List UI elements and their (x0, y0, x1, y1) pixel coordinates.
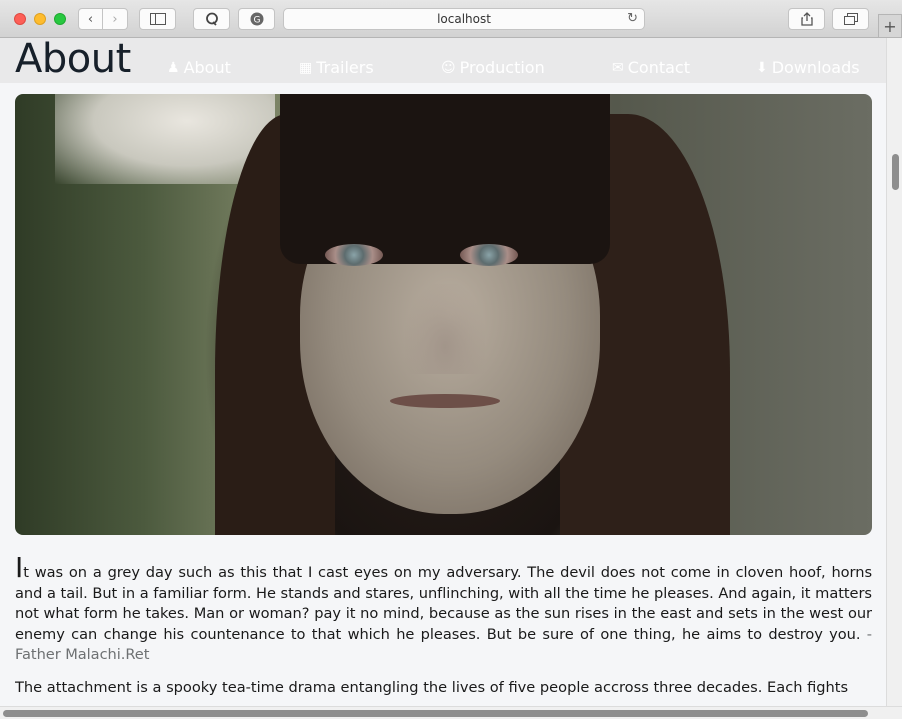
nav-link-trailers[interactable]: ▦ Trailers (299, 58, 374, 77)
back-button[interactable]: ‹ (78, 8, 103, 30)
nav-label: Trailers (316, 58, 374, 77)
nav-link-downloads[interactable]: ⬇ Downloads (756, 58, 860, 77)
envelope-icon: ✉ (612, 59, 624, 76)
zoom-window-button[interactable] (54, 13, 66, 25)
reload-icon[interactable]: ↻ (627, 11, 638, 26)
new-tab-button[interactable]: + (878, 14, 902, 38)
vertical-scrollbar[interactable] (886, 38, 902, 706)
hero-bangs (280, 94, 610, 264)
web-page: About ♟ About ▦ Trailers ☺ Production ✉ … (0, 38, 886, 706)
sidebar-icon (149, 13, 166, 25)
mask-icon: ☺ (441, 59, 456, 76)
download-icon: ⬇ (756, 59, 768, 76)
page-title: About (15, 38, 131, 82)
share-icon (800, 12, 813, 26)
browser-toolbar: ‹ › G localhost ↻ + (0, 0, 902, 38)
grammarly-icon: G (250, 12, 263, 26)
film-icon: ▦ (299, 59, 313, 76)
story-quote: It was on a grey day such as this that I… (15, 554, 872, 666)
chevron-left-icon: ‹ (87, 11, 94, 27)
drop-cap: I (15, 551, 24, 584)
svg-text:G: G (253, 16, 260, 26)
hero-mouth (390, 394, 500, 408)
nav-link-contact[interactable]: ✉ Contact (612, 58, 690, 77)
history-nav: ‹ › (78, 8, 129, 30)
minimize-window-button[interactable] (34, 13, 46, 25)
nav-label: Downloads (771, 58, 860, 77)
q-extension-icon (205, 12, 218, 26)
hero-eye-right (460, 244, 518, 266)
chevron-right-icon: › (112, 11, 118, 27)
hero-photo (15, 94, 872, 535)
extension-grammarly-button[interactable]: G (238, 8, 275, 30)
forward-button[interactable]: › (103, 8, 128, 30)
nav-label: Production (459, 58, 545, 77)
story-synopsis: The attachment is a spooky tea-time dram… (15, 679, 849, 696)
close-window-button[interactable] (14, 13, 26, 25)
nav-label: Contact (627, 58, 690, 77)
nav-label: About (183, 58, 231, 77)
horizontal-scrollbar[interactable] (0, 706, 902, 719)
quote-text: t was on a grey day such as this that I … (15, 564, 872, 643)
horizontal-scroll-thumb[interactable] (3, 710, 868, 717)
site-header: About ♟ About ▦ Trailers ☺ Production ✉ … (0, 38, 886, 83)
tabs-icon (843, 13, 858, 25)
url-text: localhost (437, 12, 491, 26)
users-icon: ♟ (167, 59, 180, 76)
hero-nose (405, 284, 485, 374)
share-button[interactable] (788, 8, 825, 30)
vertical-scroll-thumb[interactable] (892, 154, 899, 190)
address-bar[interactable]: localhost ↻ (283, 8, 645, 30)
tabs-overview-button[interactable] (832, 8, 869, 30)
hero-eye-left (325, 244, 383, 266)
nav-link-about[interactable]: ♟ About (167, 58, 231, 77)
extension-q-button[interactable] (193, 8, 230, 30)
sidebar-button[interactable] (139, 8, 176, 30)
nav-link-production[interactable]: ☺ Production (441, 58, 545, 77)
